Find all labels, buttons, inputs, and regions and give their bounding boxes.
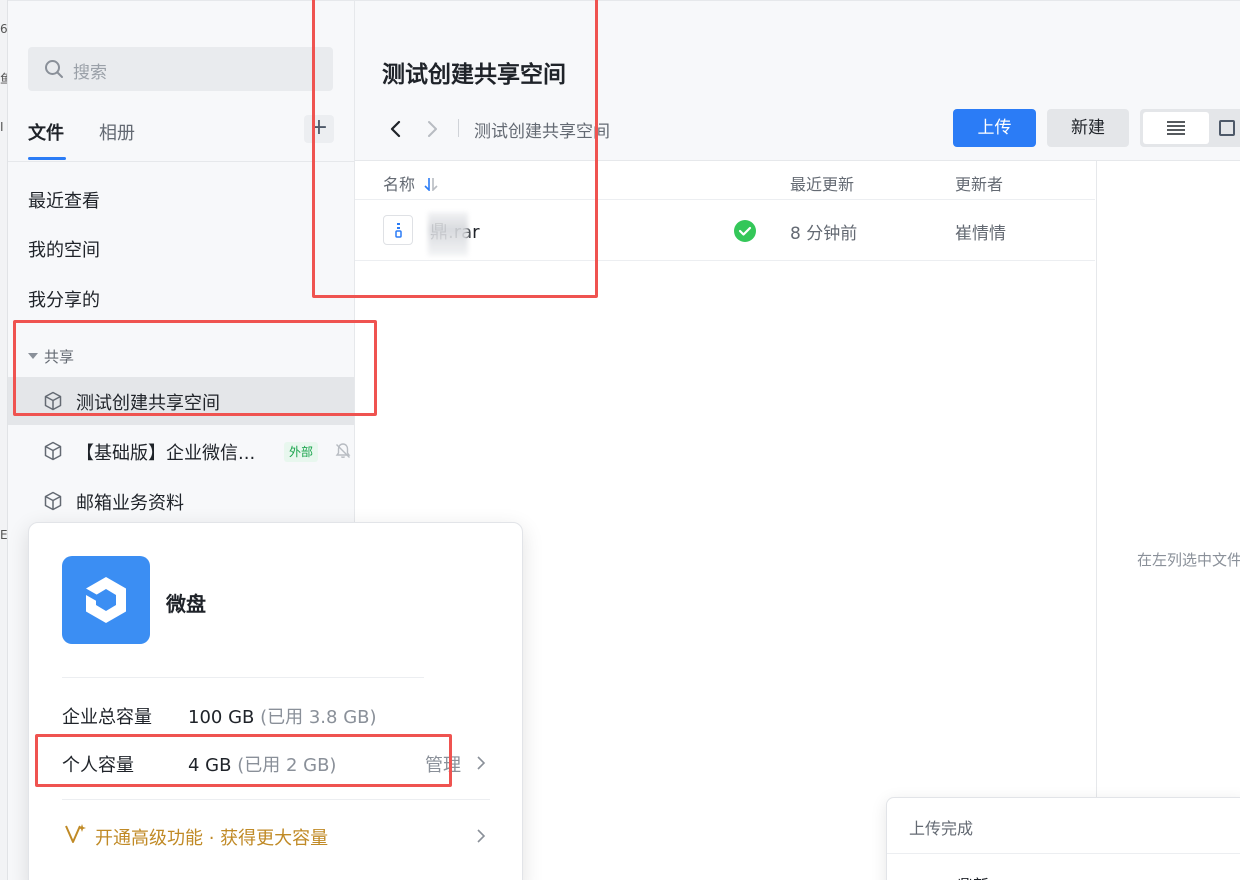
divider	[8, 161, 355, 162]
search-placeholder: 搜索	[73, 63, 107, 83]
divider	[62, 677, 424, 678]
active-tab-indicator	[28, 157, 66, 160]
background-window-text: 6	[0, 22, 7, 36]
list-view-button[interactable]	[1143, 112, 1209, 144]
background-window-text: 鱼	[0, 72, 7, 86]
enterprise-capacity-total: 100 GB	[188, 707, 255, 728]
upload-button[interactable]: 上传	[953, 109, 1036, 147]
search-input[interactable]: 搜索	[28, 47, 333, 91]
new-button[interactable]: 新建	[1047, 109, 1129, 147]
chevron-right-icon[interactable]	[476, 755, 486, 771]
list-icon	[1167, 121, 1185, 135]
upload-complete-panel: 上传完成 鼎新	[886, 797, 1240, 880]
view-mode-toggle	[1140, 109, 1240, 147]
external-badge: 外部	[284, 442, 319, 462]
detail-panel-divider	[1096, 161, 1097, 880]
weipan-logo-icon	[62, 556, 150, 644]
chevron-right-icon[interactable]	[476, 828, 486, 844]
upload-complete-title: 上传完成	[909, 819, 974, 838]
column-header-updater[interactable]: 更新者	[955, 171, 1003, 195]
cube-icon	[44, 491, 62, 511]
file-updated-time: 8 分钟前	[790, 224, 858, 244]
shared-space-item[interactable]: 邮箱业务资料	[8, 477, 354, 525]
shared-space-item[interactable]: 【基础版】企业微信... 外部	[8, 427, 354, 475]
app-name: 微盘	[166, 592, 206, 616]
nav-item-recent[interactable]: 最近查看	[28, 187, 100, 213]
divider	[887, 853, 1240, 854]
tab-files[interactable]: 文件	[28, 119, 64, 145]
nav-item-my-space[interactable]: 我的空间	[28, 236, 100, 262]
nav-item-shared-by-me[interactable]: 我分享的	[28, 286, 100, 312]
background-window-text: E	[0, 528, 7, 542]
uploaded-file-name: 鼎新	[957, 872, 989, 880]
annotation-box	[13, 320, 377, 416]
annotation-box	[35, 734, 452, 787]
bell-muted-icon	[335, 443, 351, 458]
enterprise-capacity-label: 企业总容量	[62, 707, 152, 728]
shared-space-label: 邮箱业务资料	[76, 493, 184, 514]
file-updater: 崔情情	[955, 224, 1006, 244]
annotation-box	[312, 0, 598, 298]
sparkle-icon	[65, 824, 86, 843]
shared-space-label: 【基础版】企业微信...	[76, 443, 256, 464]
tab-albums[interactable]: 相册	[99, 119, 135, 145]
detail-panel-hint: 在左列选中文件	[1137, 551, 1240, 569]
search-icon	[45, 60, 63, 78]
enterprise-capacity-used: (已用 3.8 GB)	[260, 707, 377, 728]
column-header-updated[interactable]: 最近更新	[790, 171, 854, 195]
synced-check-icon	[734, 220, 756, 242]
cube-icon	[44, 441, 62, 461]
enterprise-capacity-value: 100 GB (已用 3.8 GB)	[188, 703, 377, 729]
background-window-text: I	[0, 120, 4, 134]
upgrade-link[interactable]: 开通高级功能 · 获得更大容量	[95, 824, 328, 850]
grid-view-icon[interactable]	[1219, 120, 1235, 136]
divider	[62, 799, 490, 800]
